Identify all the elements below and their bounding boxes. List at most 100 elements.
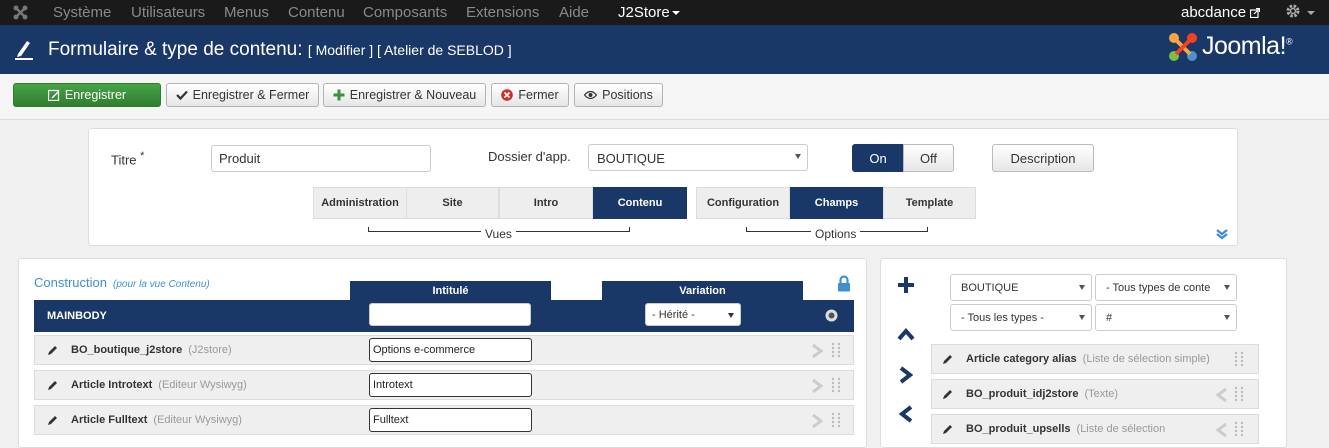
pencil-icon[interactable] <box>47 379 59 391</box>
folder-select[interactable]: BOUTIQUE <box>588 144 808 171</box>
library-field-name-text: BO_produit_upsells <box>966 423 1071 435</box>
menu-contenu[interactable]: Contenu <box>288 4 345 21</box>
hash-select-value: # <box>1106 312 1113 324</box>
field-name: Article Fulltext (Editeur Wysiwyg) <box>71 414 242 426</box>
field-library-panel: BOUTIQUE - Tous types de conte - Tous le… <box>880 258 1287 448</box>
drag-handle-icon[interactable] <box>1234 351 1244 367</box>
positions-button-label: Positions <box>602 88 653 102</box>
library-field-row[interactable]: Article category alias (Liste de sélectio… <box>931 344 1259 374</box>
form-header-panel: Titre * Produit Dossier d'app. BOUTIQUE … <box>88 128 1238 246</box>
chevron-right-icon[interactable] <box>811 379 823 393</box>
pencil-icon[interactable] <box>47 344 59 356</box>
folder-label: Dossier d'app. <box>488 149 571 164</box>
gear-icon[interactable] <box>1285 3 1301 19</box>
field-row[interactable]: Article Introtext (Editeur Wysiwyg) Intro… <box>34 370 854 400</box>
positions-button[interactable]: Positions <box>574 83 663 107</box>
page-title: Formulaire & type de contenu: [ Modifier… <box>48 39 512 61</box>
variation-select[interactable]: - Hérité - <box>645 303 741 326</box>
field-label-input[interactable]: Fulltext <box>369 408 532 432</box>
check-icon <box>175 90 188 101</box>
menu-composants[interactable]: Composants <box>363 4 447 21</box>
construction-hint: (pour la vue Contenu) <box>112 279 210 290</box>
hash-select[interactable]: # <box>1095 304 1237 331</box>
mainbody-position-bar: MAINBODY - Hérité - <box>34 300 854 332</box>
library-folder-select[interactable]: BOUTIQUE <box>950 274 1092 301</box>
menu-extensions[interactable]: Extensions <box>466 4 539 21</box>
toggle-off[interactable]: Off <box>903 144 954 172</box>
field-row[interactable]: BO_boutique_j2store (J2store) Options e-c… <box>34 335 854 365</box>
field-type: (Editeur Wysiwyg) <box>153 414 242 426</box>
chevron-left-icon[interactable] <box>1216 423 1228 437</box>
tab-champs[interactable]: Champs <box>790 187 883 219</box>
tab-site[interactable]: Site <box>406 187 499 219</box>
page-title-sub: [ Modifier ] [ Atelier de SEBLOD ] <box>307 42 512 58</box>
menu-utilisateurs[interactable]: Utilisateurs <box>131 4 205 21</box>
library-field-type: (Texte) <box>1084 388 1119 400</box>
field-type: (Editeur Wysiwyg) <box>158 379 247 391</box>
save-new-button[interactable]: Enregistrer & Nouveau <box>323 83 486 107</box>
drag-handle-icon[interactable] <box>1234 386 1244 402</box>
menu-j2store[interactable]: J2Store <box>618 4 680 21</box>
add-icon[interactable] <box>897 276 915 294</box>
chevron-double-down-icon[interactable] <box>1216 228 1228 240</box>
content-types-select-value: - Tous types de conte <box>1106 282 1211 294</box>
joomla-icon[interactable] <box>12 4 29 21</box>
tab-intro[interactable]: Intro <box>499 187 593 219</box>
pencil-icon[interactable] <box>942 423 954 435</box>
page-header: Formulaire & type de contenu: [ Modifier… <box>0 25 1329 74</box>
chevron-right-icon[interactable] <box>811 414 823 428</box>
field-type: (J2store) <box>188 344 232 356</box>
construction-title: Construction (pour la vue Contenu) <box>34 275 210 290</box>
plus-icon <box>333 89 345 101</box>
drag-handle-icon[interactable] <box>831 377 841 393</box>
pencil-icon[interactable] <box>942 388 954 400</box>
tab-administration[interactable]: Administration <box>313 187 407 219</box>
construction-title-text: Construction <box>34 275 107 290</box>
description-button[interactable]: Description <box>992 144 1094 172</box>
menu-menus[interactable]: Menus <box>224 4 269 21</box>
close-button-label: Fermer <box>518 88 559 102</box>
save-button[interactable]: Enregistrer <box>13 83 161 107</box>
field-label-input[interactable]: Introtext <box>369 373 532 397</box>
title-input[interactable]: Produit <box>211 145 431 172</box>
pencil-icon[interactable] <box>942 353 954 365</box>
field-label-input[interactable]: Options e-commerce <box>369 338 532 362</box>
pencil-icon[interactable] <box>47 414 59 426</box>
user-link[interactable]: abcdance <box>1181 4 1246 21</box>
field-name-text: Article Introtext <box>71 379 153 391</box>
drag-handle-icon[interactable] <box>831 342 841 358</box>
mainbody-label-input[interactable] <box>369 303 531 326</box>
chevron-right-icon[interactable] <box>899 366 913 384</box>
toggle-on[interactable]: On <box>852 144 904 172</box>
field-name-text: Article Fulltext <box>71 414 148 426</box>
library-field-type: (Liste de sélection simple) <box>1082 353 1210 365</box>
chevron-left-icon[interactable] <box>899 405 913 423</box>
drag-handle-icon[interactable] <box>831 412 841 428</box>
lock-icon[interactable] <box>837 275 851 292</box>
views-label: Vues <box>481 227 516 241</box>
column-header-variation: Variation <box>602 281 803 301</box>
library-folder-select-value: BOUTIQUE <box>961 282 1019 294</box>
tab-template[interactable]: Template <box>883 187 976 219</box>
library-field-row[interactable]: BO_produit_upsells (Liste de sélection <box>931 414 1259 444</box>
menu-systeme[interactable]: Système <box>53 4 111 21</box>
top-menu-bar: Système Utilisateurs Menus Contenu Compo… <box>0 0 1329 25</box>
drag-handle-icon[interactable] <box>1234 421 1244 437</box>
library-field-row[interactable]: BO_produit_idj2store (Texte) <box>931 379 1259 409</box>
pencil-icon <box>15 41 33 60</box>
chevron-up-icon[interactable] <box>897 327 915 341</box>
radio-icon[interactable] <box>825 309 838 322</box>
field-row[interactable]: Article Fulltext (Editeur Wysiwyg) Fullte… <box>34 405 854 435</box>
menu-aide[interactable]: Aide <box>559 4 589 21</box>
library-field-name: Article category alias (Liste de sélectio… <box>966 353 1210 365</box>
types-select[interactable]: - Tous les types - <box>950 304 1092 331</box>
chevron-down-icon <box>671 11 680 16</box>
save-close-button[interactable]: Enregistrer & Fermer <box>166 83 319 107</box>
tab-configuration[interactable]: Configuration <box>696 187 790 219</box>
page-title-main: Formulaire & type de contenu: <box>48 39 303 60</box>
tab-contenu[interactable]: Contenu <box>593 187 687 219</box>
chevron-left-icon[interactable] <box>1216 388 1228 402</box>
close-button[interactable]: Fermer <box>491 83 569 107</box>
chevron-right-icon[interactable] <box>811 344 823 358</box>
content-types-select[interactable]: - Tous types de conte <box>1095 274 1237 301</box>
